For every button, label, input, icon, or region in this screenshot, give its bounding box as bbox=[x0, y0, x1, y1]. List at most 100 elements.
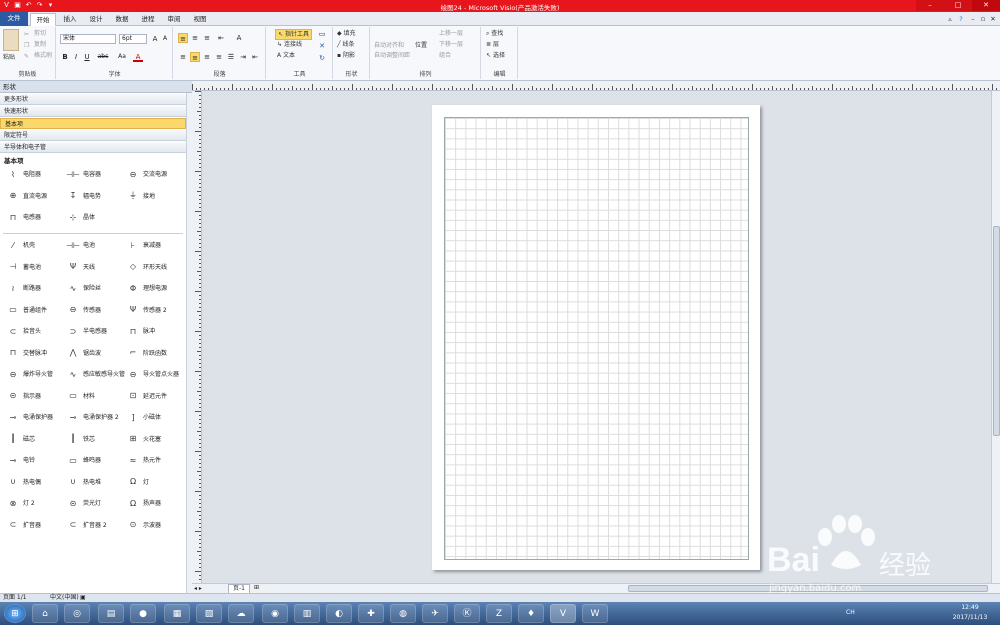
shape-item[interactable]: ▭ 普通组件 bbox=[6, 304, 47, 318]
select-button[interactable]: ↖ 选择 bbox=[486, 51, 505, 60]
tab-design[interactable]: 设计 bbox=[84, 13, 108, 26]
shape-item[interactable]: ⊣⊢ 电容器 bbox=[66, 168, 101, 182]
indent-icon[interactable]: ⇥ bbox=[238, 52, 248, 62]
bold-button[interactable]: B bbox=[60, 52, 70, 62]
stencil-qualifying-symbols[interactable]: 限定符号 bbox=[0, 130, 186, 141]
shape-item[interactable]: ⊝ 荧光灯 bbox=[66, 497, 101, 511]
shape-item[interactable]: ⊗ 灯 2 bbox=[6, 497, 35, 511]
tab-data[interactable]: 数据 bbox=[110, 13, 134, 26]
vertical-scrollbar[interactable] bbox=[991, 91, 1000, 583]
tab-file[interactable]: 文件 bbox=[0, 12, 28, 26]
shape-item[interactable]: ∪ 热电堆 bbox=[66, 476, 101, 490]
group-button[interactable]: 组合 bbox=[439, 51, 451, 60]
tab-process[interactable]: 进程 bbox=[136, 13, 160, 26]
shape-item[interactable]: ⊹ 晶体 bbox=[66, 211, 95, 225]
taskbar-app-5-icon[interactable]: ▦ bbox=[164, 604, 190, 623]
shape-item[interactable]: ⋀ 锯齿波 bbox=[66, 347, 101, 361]
pointer-tool-button[interactable]: ↖ 指针工具 bbox=[275, 29, 312, 40]
insert-page-icon[interactable]: ⊞ bbox=[254, 584, 259, 591]
stencil-more-shapes[interactable]: 更多形状 bbox=[0, 94, 186, 105]
layers-button[interactable]: ≣ 层 bbox=[486, 40, 499, 49]
outdent-icon[interactable]: ⇤ bbox=[250, 52, 260, 62]
shape-item[interactable]: ⊓ 电感器 bbox=[6, 211, 41, 225]
shape-item[interactable]: ⊣ 蓄电池 bbox=[6, 261, 42, 275]
bullets-icon[interactable]: ☰ bbox=[226, 52, 236, 62]
file-explorer-icon[interactable]: ▤ bbox=[98, 604, 124, 623]
shape-item[interactable]: ⊂ 拾音头 bbox=[6, 325, 41, 339]
align-center-icon[interactable]: ≡ bbox=[190, 52, 200, 62]
shape-item[interactable]: ⊖ 导火管点火器 bbox=[126, 368, 179, 382]
taskbar-app-8-icon[interactable]: ◉ bbox=[262, 604, 288, 623]
shape-item[interactable]: ∿ 感应敏感导火管 bbox=[66, 368, 125, 382]
shape-item[interactable]: ] 小磁体 bbox=[126, 411, 161, 425]
firefox-icon[interactable]: ● bbox=[130, 604, 156, 623]
doc-close-icon[interactable]: ✕ bbox=[988, 13, 998, 26]
align-bottom-icon[interactable]: ≡ bbox=[202, 33, 212, 43]
filezilla-icon[interactable]: Z bbox=[486, 604, 512, 623]
taskbar-app-1-icon[interactable]: ⌂ bbox=[32, 604, 58, 623]
position-button[interactable]: 位置 bbox=[415, 41, 427, 50]
shape-item[interactable]: ⊖ 爆炸导火管 bbox=[6, 368, 53, 382]
justify-icon[interactable]: ≡ bbox=[214, 52, 224, 62]
tab-insert[interactable]: 插入 bbox=[58, 13, 82, 26]
start-button[interactable]: ⊞ bbox=[4, 604, 26, 623]
shape-item[interactable]: ⊓ 脉冲 bbox=[126, 325, 155, 339]
page-nav-icon[interactable]: ◂ ▸ bbox=[194, 585, 202, 592]
shape-item[interactable]: ⊕ 直流电源 bbox=[6, 190, 47, 204]
doc-restore-icon[interactable]: ▫ bbox=[978, 13, 988, 26]
shape-item[interactable]: ⊂ 扩音器 2 bbox=[66, 519, 107, 533]
shadow-button[interactable]: ▪ 阴影 bbox=[337, 51, 355, 60]
stencil-basic-items[interactable]: 基本项 bbox=[0, 118, 186, 129]
drawing-page[interactable] bbox=[432, 105, 760, 570]
tab-view[interactable]: 视图 bbox=[188, 13, 212, 26]
font-size-select[interactable]: 6pt bbox=[119, 34, 147, 44]
close-button[interactable]: ✕ bbox=[972, 0, 1000, 11]
shape-item[interactable]: ▭ 蜂鸣器 bbox=[66, 454, 101, 468]
shape-item[interactable]: ⊝ 指示器 bbox=[6, 390, 41, 404]
minimize-button[interactable]: – bbox=[916, 0, 944, 11]
shape-item[interactable]: ⊙ 示波器 bbox=[126, 519, 161, 533]
connector-button[interactable]: ↳ 连接线 bbox=[277, 40, 302, 49]
grow-font-button[interactable]: A bbox=[150, 34, 160, 44]
font-color-button[interactable]: A bbox=[133, 52, 143, 62]
shape-item[interactable]: ┃ 铁芯 bbox=[66, 433, 95, 447]
rectangle-icon[interactable]: ▭ bbox=[317, 29, 327, 39]
clock-date[interactable]: 2017/11/13 bbox=[948, 614, 992, 621]
case-button[interactable]: Aa bbox=[115, 52, 129, 62]
shape-item[interactable]: ┃ 磁芯 bbox=[6, 433, 35, 447]
minimize-ribbon-icon[interactable]: ▵ bbox=[945, 13, 955, 26]
taskbar-app-11-icon[interactable]: ✚ bbox=[358, 604, 384, 623]
strikethrough-button[interactable]: abc bbox=[95, 52, 111, 62]
shape-item[interactable]: ≀ 断路器 bbox=[6, 282, 42, 296]
shape-item[interactable]: Ω 扬声器 bbox=[126, 497, 161, 511]
shape-item[interactable]: ⊡ 延迟元件 bbox=[126, 390, 167, 404]
send-backward-button[interactable]: 下移一层 bbox=[439, 40, 463, 49]
vertical-scroll-thumb[interactable] bbox=[993, 226, 1000, 436]
paste-icon[interactable] bbox=[3, 29, 19, 51]
shape-item[interactable]: ⊃ 半电感器 bbox=[66, 325, 107, 339]
shape-item[interactable]: ⊸ 电涌保护器 bbox=[6, 411, 53, 425]
shape-item[interactable]: ⁄ 机壳 bbox=[6, 239, 35, 253]
fill-button[interactable]: ◆ 填充 bbox=[337, 29, 356, 38]
shape-item[interactable]: ⌐ 阶跃函数 bbox=[126, 347, 167, 361]
align-top-icon[interactable]: ≡ bbox=[178, 33, 188, 43]
stencil-quick-shapes[interactable]: 快速形状 bbox=[0, 106, 186, 117]
shape-item[interactable]: ⊖ 传感器 bbox=[66, 304, 101, 318]
rotate-icon[interactable]: ↻ bbox=[317, 53, 327, 63]
shape-item[interactable]: Ψ 天线 bbox=[66, 261, 95, 275]
shape-item[interactable]: Φ 理想电源 bbox=[126, 282, 167, 296]
delete-icon[interactable]: ✕ bbox=[317, 41, 327, 51]
visio-taskbar-icon[interactable]: V bbox=[550, 604, 576, 623]
format-painter-button[interactable]: ✎ 格式刷 bbox=[24, 51, 52, 60]
shape-item[interactable]: ⊸ 电铃 bbox=[6, 454, 35, 468]
find-button[interactable]: ⌕ 查找 bbox=[486, 29, 503, 38]
shape-item[interactable]: ⊸ 电涌保护器 2 bbox=[66, 411, 119, 425]
text-direction-icon[interactable]: A bbox=[234, 33, 244, 43]
taskbar-app-10-icon[interactable]: ◐ bbox=[326, 604, 352, 623]
shape-item[interactable]: ▭ 材料 bbox=[66, 390, 95, 404]
taskbar-app-12-icon[interactable]: ◍ bbox=[390, 604, 416, 623]
shape-item[interactable]: ↧ 辐电势 bbox=[66, 190, 101, 204]
auto-space-button[interactable]: 自动调整间距 bbox=[374, 51, 410, 60]
shape-item[interactable]: ∪ 热电偶 bbox=[6, 476, 41, 490]
doc-minimize-icon[interactable]: – bbox=[968, 13, 978, 26]
